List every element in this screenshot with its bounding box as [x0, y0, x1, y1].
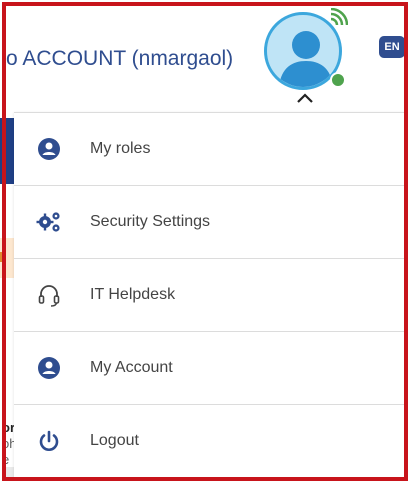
- language-badge[interactable]: EN: [379, 36, 405, 58]
- menu-item-my-roles[interactable]: My roles: [14, 112, 404, 185]
- user-circle-icon: [36, 136, 62, 162]
- presence-status-dot: [330, 72, 346, 88]
- background-panel: [0, 118, 14, 184]
- account-title[interactable]: o ACCOUNT (nmargaol): [6, 47, 233, 71]
- menu-item-security-settings[interactable]: Security Settings: [14, 185, 404, 258]
- menu-item-label: Logout: [90, 432, 139, 449]
- power-icon: [36, 428, 62, 454]
- account-header: o ACCOUNT (nmargaol) EN: [6, 6, 405, 110]
- menu-item-label: Security Settings: [90, 213, 211, 230]
- menu-item-it-helpdesk[interactable]: IT Helpdesk: [14, 258, 404, 331]
- menu-item-label: My roles: [90, 140, 151, 157]
- menu-item-label: My Account: [90, 359, 173, 376]
- user-circle-icon: [36, 355, 62, 381]
- signal-icon: [330, 8, 348, 26]
- caret-up-icon: [297, 93, 313, 103]
- gears-icon: [36, 209, 62, 235]
- menu-item-label: IT Helpdesk: [90, 286, 176, 303]
- menu-item-my-account[interactable]: My Account: [14, 331, 404, 404]
- headset-icon: [36, 282, 62, 308]
- account-dropdown-menu: My roles Security Settings IT Helpdesk M…: [14, 112, 404, 477]
- background-alert: [0, 238, 14, 278]
- menu-item-logout[interactable]: Logout: [14, 404, 404, 477]
